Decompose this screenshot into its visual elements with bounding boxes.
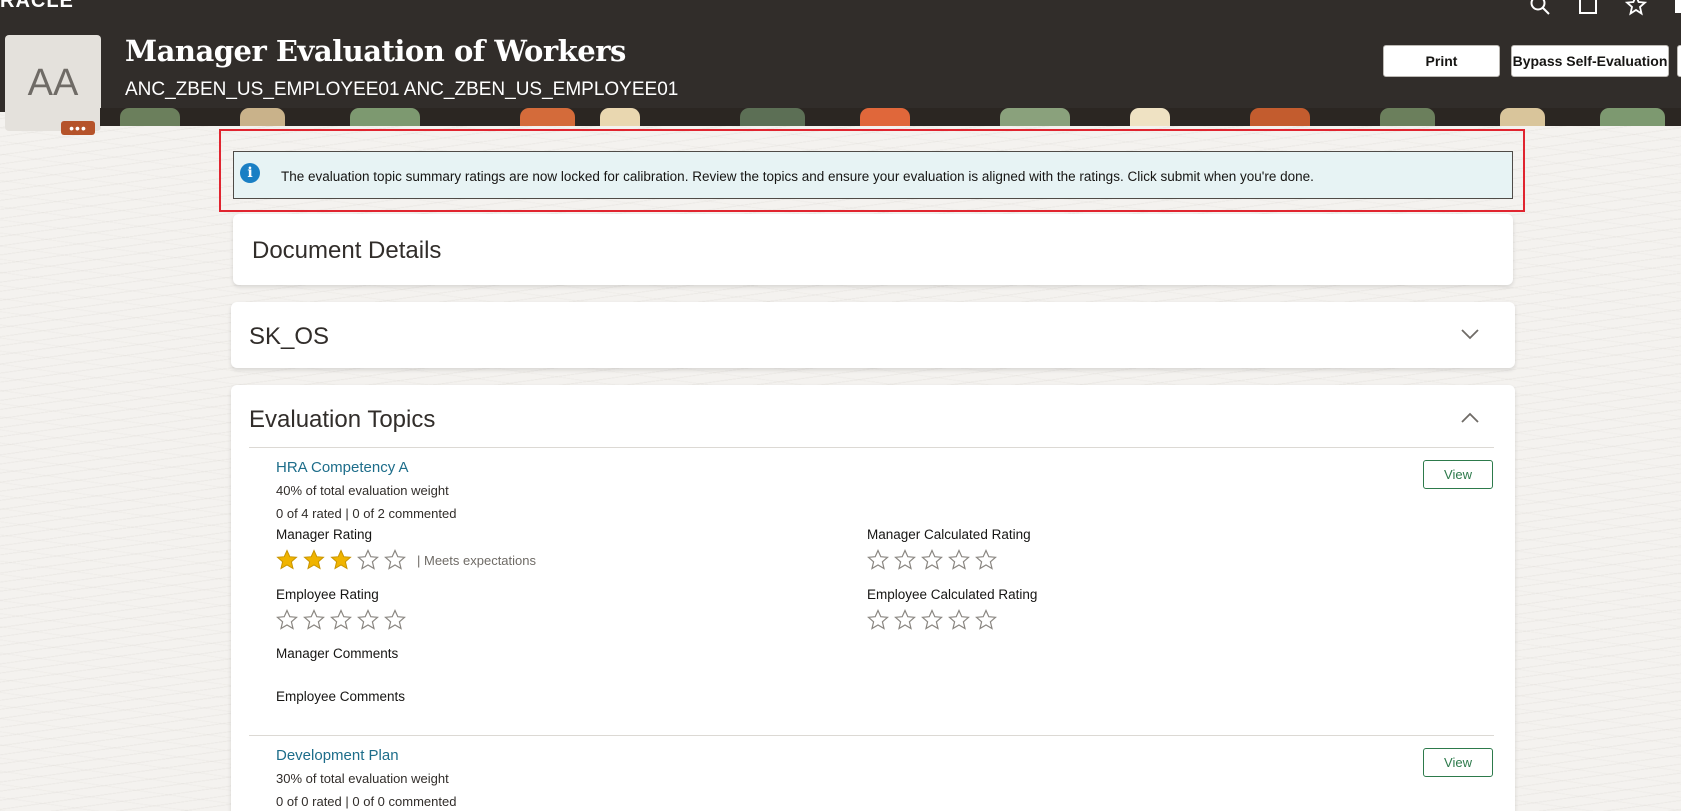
chevron-down-icon[interactable] — [1459, 327, 1481, 341]
star-empty-icon — [975, 549, 997, 570]
skos-section-title[interactable]: SK_OS — [249, 323, 329, 351]
star-empty-icon — [867, 549, 889, 570]
document-details-title[interactable]: Document Details — [252, 237, 441, 265]
manager-calculated-rating-stars — [867, 549, 997, 571]
avatar-more-button[interactable]: ••• — [61, 121, 95, 135]
topic-divider — [249, 735, 1494, 736]
section-divider — [249, 447, 1494, 448]
info-icon: i — [240, 163, 260, 183]
star-empty-icon[interactable] — [357, 549, 379, 571]
employee-calculated-rating-label: Employee Calculated Rating — [867, 587, 1038, 602]
brand-logo: RACLE — [0, 0, 74, 12]
decorative-banner — [100, 108, 1681, 126]
topic-progress: 0 of 0 rated | 0 of 0 commented — [276, 794, 457, 809]
manager-comments-label: Manager Comments — [276, 646, 399, 661]
star-empty-icon — [330, 609, 352, 630]
star-empty-icon — [921, 609, 943, 630]
star-empty-icon — [894, 609, 916, 630]
star-empty-icon — [975, 609, 997, 630]
employee-calculated-rating-stars — [867, 609, 997, 631]
avatar[interactable]: AA — [5, 35, 101, 131]
global-icons — [1529, 0, 1681, 16]
star-empty-icon — [867, 609, 889, 630]
star-filled-icon[interactable] — [330, 549, 352, 571]
overflow-button[interactable] — [1677, 45, 1681, 77]
manager-calculated-rating-label: Manager Calculated Rating — [867, 527, 1031, 542]
chevron-up-icon[interactable] — [1459, 411, 1481, 425]
star-empty-icon — [894, 549, 916, 570]
employee-comments-label: Employee Comments — [276, 689, 406, 704]
home-icon[interactable] — [1577, 0, 1599, 16]
topic-link-development-plan[interactable]: Development Plan — [276, 747, 399, 764]
topic-weight: 30% of total evaluation weight — [276, 771, 449, 786]
star-empty-icon[interactable] — [384, 549, 406, 571]
star-empty-icon — [384, 609, 406, 630]
bypass-self-evaluation-button[interactable]: Bypass Self-Evaluation — [1511, 45, 1669, 77]
view-topic-button[interactable]: View — [1423, 460, 1493, 489]
star-empty-icon — [948, 609, 970, 630]
star-filled-icon[interactable] — [276, 549, 298, 571]
alert-message: The evaluation topic summary ratings are… — [281, 169, 1314, 184]
manager-rating-stars[interactable]: | Meets expectations — [276, 549, 536, 571]
topic-progress: 0 of 4 rated | 0 of 2 commented — [276, 506, 457, 521]
favorite-icon[interactable] — [1625, 0, 1647, 16]
notifications-icon[interactable] — [1673, 0, 1681, 16]
star-empty-icon — [948, 549, 970, 570]
topic-weight: 40% of total evaluation weight — [276, 483, 449, 498]
page-subtitle: ANC_ZBEN_US_EMPLOYEE01 ANC_ZBEN_US_EMPLO… — [125, 79, 679, 100]
star-empty-icon — [357, 609, 379, 630]
page-title: Manager Evaluation of Workers — [125, 34, 626, 68]
star-empty-icon — [303, 609, 325, 630]
topic-link-hra-competency-a[interactable]: HRA Competency A — [276, 459, 409, 476]
skos-section-card[interactable] — [231, 302, 1515, 368]
search-icon[interactable] — [1529, 0, 1551, 16]
manager-rating-label: Manager Rating — [276, 527, 373, 542]
star-filled-icon[interactable] — [303, 549, 325, 571]
view-topic-button[interactable]: View — [1423, 748, 1493, 777]
employee-rating-stars — [276, 609, 406, 631]
employee-rating-label: Employee Rating — [276, 587, 379, 602]
star-empty-icon — [276, 609, 298, 630]
manager-rating-text: | Meets expectations — [417, 552, 536, 568]
print-button[interactable]: Print — [1383, 45, 1500, 77]
star-empty-icon — [921, 549, 943, 570]
evaluation-topics-title[interactable]: Evaluation Topics — [249, 406, 435, 434]
